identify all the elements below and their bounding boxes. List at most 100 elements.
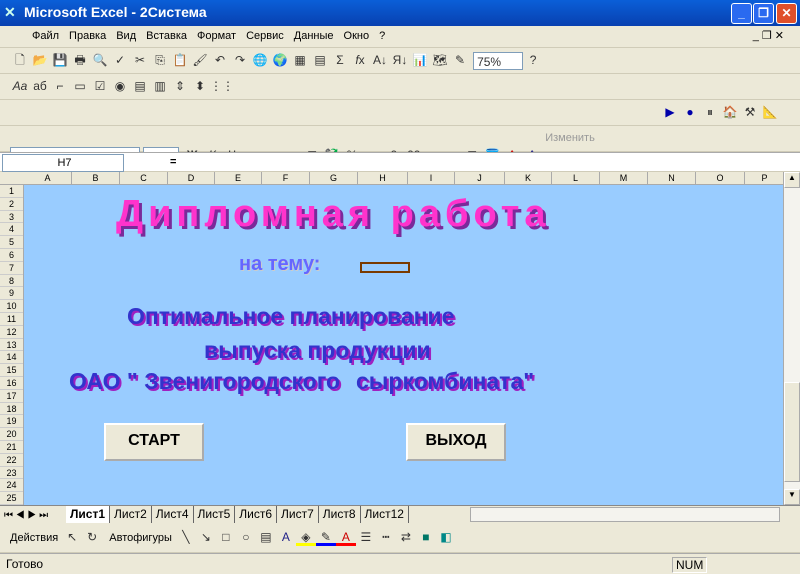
wordart-line2[interactable]: выпуска продукции [204, 337, 431, 364]
column-header-A[interactable]: A [24, 172, 72, 185]
actions-menu[interactable]: Действия [10, 532, 58, 544]
save-icon[interactable]: 💾 [50, 51, 70, 69]
row-header-17[interactable]: 17 [0, 390, 23, 403]
wordart-subtitle[interactable]: на тему: [239, 253, 320, 276]
row-header-4[interactable]: 4 [0, 223, 23, 237]
fill-icon[interactable]: ◈ [295, 528, 316, 546]
paste-icon[interactable]: 📋 [170, 51, 190, 69]
row-header-15[interactable]: 15 [0, 364, 23, 377]
pause-icon[interactable]: ⏸ [700, 103, 720, 121]
minimize-button[interactable]: _ [731, 3, 752, 24]
menu-file[interactable]: Файл [32, 30, 59, 42]
spell-icon[interactable]: ✓ [110, 51, 130, 69]
column-header-O[interactable]: O [696, 172, 745, 185]
design-icon[interactable]: 📐 [760, 103, 780, 121]
redo-icon[interactable]: ↷ [230, 51, 250, 69]
sheet-tab[interactable]: Лист1 [66, 506, 111, 523]
arrow-style-icon[interactable]: ⇄ [396, 528, 416, 546]
row-header-23[interactable]: 23 [0, 467, 23, 480]
column-header-E[interactable]: E [215, 172, 262, 185]
column-header-H[interactable]: H [358, 172, 408, 185]
menu-help[interactable]: ? [379, 30, 385, 42]
row-header-3[interactable]: 3 [0, 211, 23, 224]
drawing-icon[interactable]: ✎ [450, 51, 470, 69]
menu-insert[interactable]: Вставка [146, 30, 187, 42]
wordart-line3b[interactable]: сыркомбината" [356, 368, 534, 395]
sheet-tab[interactable]: Лист6 [235, 506, 278, 523]
close-button[interactable]: ✕ [776, 3, 797, 24]
autoshapes-menu[interactable]: Автофигуры [109, 532, 172, 544]
column-header-C[interactable]: C [120, 172, 168, 185]
map-icon[interactable]: 🗺 [430, 51, 450, 69]
grid-icon[interactable]: ▤ [310, 51, 330, 69]
button-icon[interactable]: ▭ [70, 77, 90, 95]
column-header-G[interactable]: G [310, 172, 358, 185]
scroll-thumb[interactable] [784, 382, 800, 482]
row-header-16[interactable]: 16 [0, 377, 23, 390]
label-icon[interactable]: Aa [10, 77, 30, 95]
scrollbar-icon[interactable]: ⇕ [170, 77, 190, 95]
row-header-9[interactable]: 9 [0, 287, 23, 301]
column-header-N[interactable]: N [648, 172, 696, 185]
row-header-6[interactable]: 6 [0, 249, 23, 262]
function-icon[interactable]: fx [350, 51, 370, 69]
selected-cell-h7[interactable] [360, 262, 410, 273]
menu-tools[interactable]: Сервис [246, 30, 284, 42]
column-header-L[interactable]: L [552, 172, 600, 185]
column-header-D[interactable]: D [168, 172, 215, 185]
row-header-12[interactable]: 12 [0, 326, 23, 339]
record-icon[interactable]: ● [680, 103, 700, 121]
row-header-21[interactable]: 21 [0, 441, 23, 454]
wordart-line1[interactable]: Оптимальное планирование [127, 303, 454, 330]
line-color-icon[interactable]: ✎ [315, 528, 336, 546]
rotate-icon[interactable]: ↻ [82, 528, 102, 546]
column-header-B[interactable]: B [72, 172, 120, 185]
tab-nav-buttons[interactable]: ⏮ ◀ ▶ ⏭ [0, 510, 66, 521]
text-color-icon[interactable]: A [335, 528, 356, 546]
column-header-I[interactable]: I [408, 172, 455, 185]
zoom-select[interactable]: 75% [473, 52, 524, 71]
shadow-icon[interactable]: ■ [416, 528, 436, 546]
column-header-M[interactable]: M [600, 172, 648, 185]
copy-icon[interactable]: ⎘ [150, 51, 170, 69]
menu-edit[interactable]: Правка [69, 30, 106, 42]
web-icon[interactable]: 🌍 [270, 51, 290, 69]
arrow-icon[interactable]: ↘ [196, 528, 216, 546]
groupbox-icon[interactable]: ⌐ [50, 77, 70, 95]
brush-icon[interactable]: 🖌 [190, 51, 210, 69]
row-header-8[interactable]: 8 [0, 275, 23, 288]
column-header-P[interactable]: P [745, 172, 785, 185]
worksheet[interactable]: Дипломная работа на тему: Оптимальное пл… [24, 185, 783, 505]
row-header-2[interactable]: 2 [0, 198, 23, 211]
row-header-19[interactable]: 19 [0, 415, 23, 429]
scroll-down-button[interactable]: ▼ [784, 489, 800, 505]
row-header-18[interactable]: 18 [0, 403, 23, 416]
horizontal-scrollbar[interactable] [470, 507, 780, 522]
row-header-10[interactable]: 10 [0, 300, 23, 313]
wordart-insert-icon[interactable]: A [276, 528, 296, 546]
row-header-24[interactable]: 24 [0, 479, 23, 493]
row-header-25[interactable]: 25 [0, 492, 23, 505]
maximize-button[interactable]: ❐ [753, 3, 774, 24]
combobox-icon[interactable]: ▥ [150, 77, 170, 95]
sheet-tab[interactable]: Лист12 [361, 506, 409, 523]
name-box[interactable]: H7 [2, 154, 124, 172]
row-header-5[interactable]: 5 [0, 236, 23, 249]
row-header-1[interactable]: 1 [0, 185, 23, 198]
sheet-tab[interactable]: Лист4 [152, 506, 194, 523]
line-style-icon[interactable]: ☰ [356, 528, 376, 546]
vertical-scrollbar[interactable]: ▲ ▼ [783, 172, 800, 505]
select-icon[interactable]: ↖ [62, 528, 82, 546]
dash-style-icon[interactable]: ┅ [376, 528, 396, 546]
sheet-tab[interactable]: Лист8 [319, 506, 361, 523]
column-header-K[interactable]: K [505, 172, 552, 185]
textbox-icon[interactable]: ▤ [256, 528, 276, 546]
sheet-tab[interactable]: Лист7 [277, 506, 319, 523]
open-icon[interactable]: 📂 [30, 51, 50, 69]
tools-icon[interactable]: ⚒ [740, 103, 760, 121]
row-header-14[interactable]: 14 [0, 351, 23, 365]
sheet-tab[interactable]: Лист5 [194, 506, 236, 523]
wordart-line3a[interactable]: ОАО " Звенигородского [69, 368, 340, 395]
rectangle-icon[interactable]: □ [216, 528, 236, 546]
exit-button[interactable]: ВЫХОД [406, 423, 506, 461]
